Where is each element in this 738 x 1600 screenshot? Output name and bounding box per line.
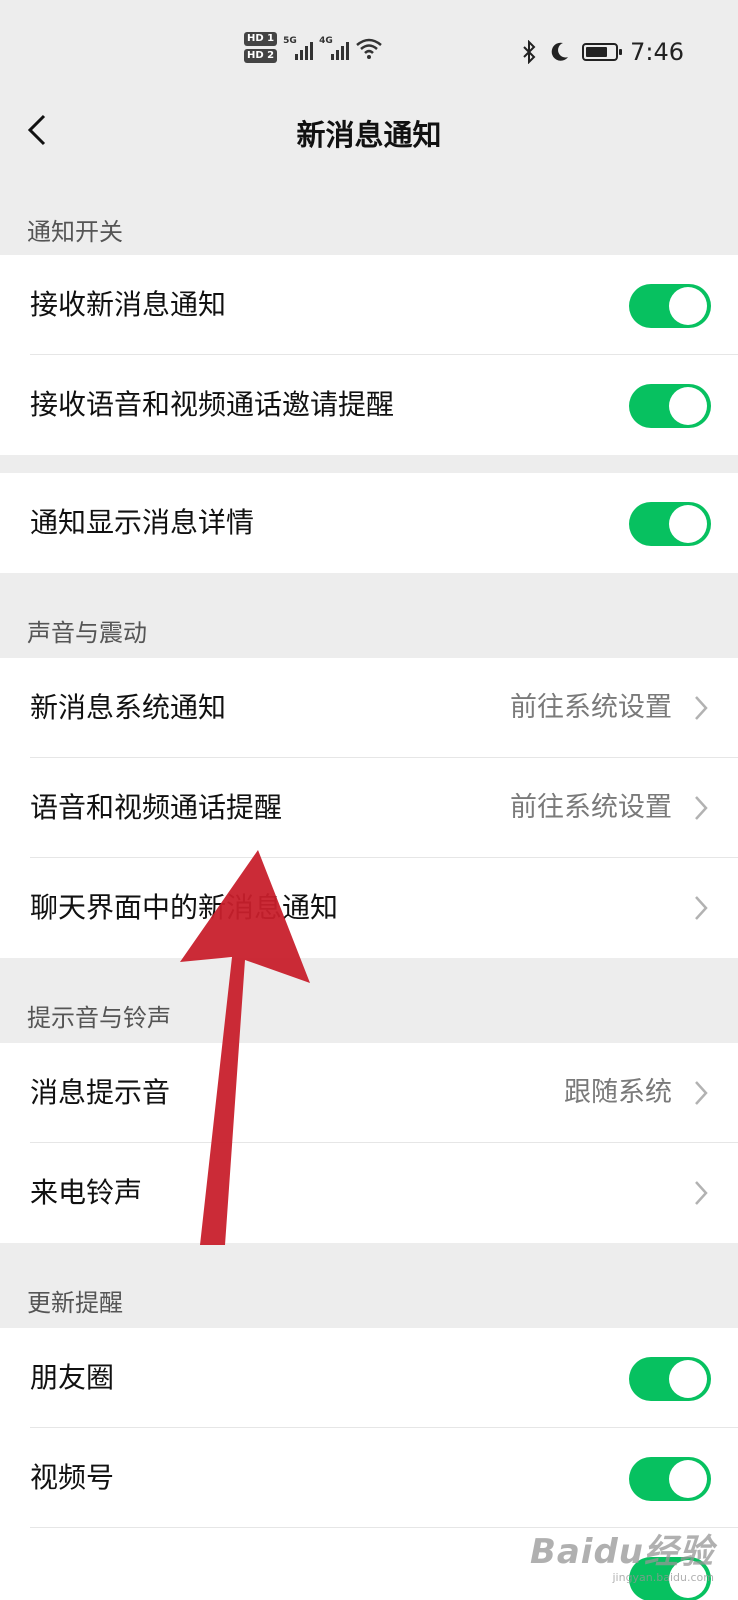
signal-icon: 5G [283,35,314,60]
sim-badges: HD 1 HD 2 [244,32,278,63]
battery-fill [586,47,608,57]
row-new-message-system-notify[interactable]: 新消息系统通知 前往系统设置 [0,658,738,758]
group-show-details: 通知显示消息详情 [0,473,738,573]
row-moments: 朋友圈 [0,1328,738,1428]
toggle-knob [669,505,707,543]
watermark-logo: Baidu经验 jingyan.baidu.com [530,1524,714,1584]
row-label: 接收新消息通知 [30,288,227,321]
channels-toggle[interactable] [629,1457,711,1501]
row-show-message-details: 通知显示消息详情 [0,473,738,573]
row-label: 语音和视频通话提醒 [30,791,283,824]
toggle-knob [669,1460,707,1498]
network1-label: 5G [283,35,297,46]
row-channels: 视频号 [0,1428,738,1528]
section-header-updates: 更新提醒 [27,1289,123,1317]
watermark-main: Baidu经验 [529,1532,714,1572]
battery-icon [582,43,623,61]
section-header-sound-vibration: 声音与震动 [27,619,147,647]
toggle-knob [669,287,707,325]
row-label: 消息提示音 [30,1076,171,1109]
row-value: 前往系统设置 [510,792,672,823]
receive-new-message-toggle[interactable] [629,284,711,328]
row-label: 新消息系统通知 [30,691,227,724]
row-value: 跟随系统 [564,1077,672,1108]
chevron-right-icon [695,796,708,820]
moon-icon [551,42,569,61]
row-label: 来电铃声 [30,1176,143,1209]
sim-signal-group: HD 1 HD 2 5G 4G [244,32,383,63]
sim1-badge: HD 1 [244,32,278,46]
row-value: 前往系统设置 [510,692,672,723]
row-message-tone[interactable]: 消息提示音 跟随系统 [0,1043,738,1143]
signal-icon-2: 4G [319,35,350,60]
row-call-remind[interactable]: 语音和视频通话提醒 前往系统设置 [0,758,738,858]
row-receive-call-invite: 接收语音和视频通话邀请提醒 [0,355,738,455]
chevron-right-icon [695,896,708,920]
status-time: 7:46 [630,38,684,66]
row-label: 接收语音和视频通话邀请提醒 [30,388,395,421]
group-notify-switch: 接收新消息通知 接收语音和视频通话邀请提醒 [0,255,738,455]
section-header-notify-switch: 通知开关 [27,218,123,246]
section-header-tones: 提示音与铃声 [27,1004,171,1032]
toggle-knob [669,387,707,425]
row-label: 通知显示消息详情 [30,506,255,539]
nav-bar: 新消息通知 [0,100,738,180]
chevron-right-icon [695,1181,708,1205]
row-ringtone[interactable]: 来电铃声 [0,1143,738,1243]
wifi-icon [356,38,382,59]
row-label: 朋友圈 [30,1361,115,1394]
row-label: 聊天界面中的新消息通知 [30,891,339,924]
sim2-badge: HD 2 [244,49,278,63]
network2-label: 4G [319,35,333,46]
status-right-group: 7:46 [522,38,684,66]
row-receive-new-message: 接收新消息通知 [0,255,738,355]
status-bar: HD 1 HD 2 5G 4G 7:46 [0,0,738,100]
toggle-knob [669,1360,707,1398]
receive-call-invite-toggle[interactable] [629,384,711,428]
show-message-details-toggle[interactable] [629,502,711,546]
chevron-right-icon [695,696,708,720]
group-sound-vibration: 新消息系统通知 前往系统设置 语音和视频通话提醒 前往系统设置 聊天界面中的新消… [0,658,738,958]
group-tones: 消息提示音 跟随系统 来电铃声 [0,1043,738,1243]
row-chat-new-message-notify[interactable]: 聊天界面中的新消息通知 [0,858,738,958]
chevron-right-icon [695,1081,708,1105]
bluetooth-icon [523,40,536,64]
row-label: 视频号 [30,1461,115,1494]
moments-toggle[interactable] [629,1357,711,1401]
page-title: 新消息通知 [296,118,442,152]
